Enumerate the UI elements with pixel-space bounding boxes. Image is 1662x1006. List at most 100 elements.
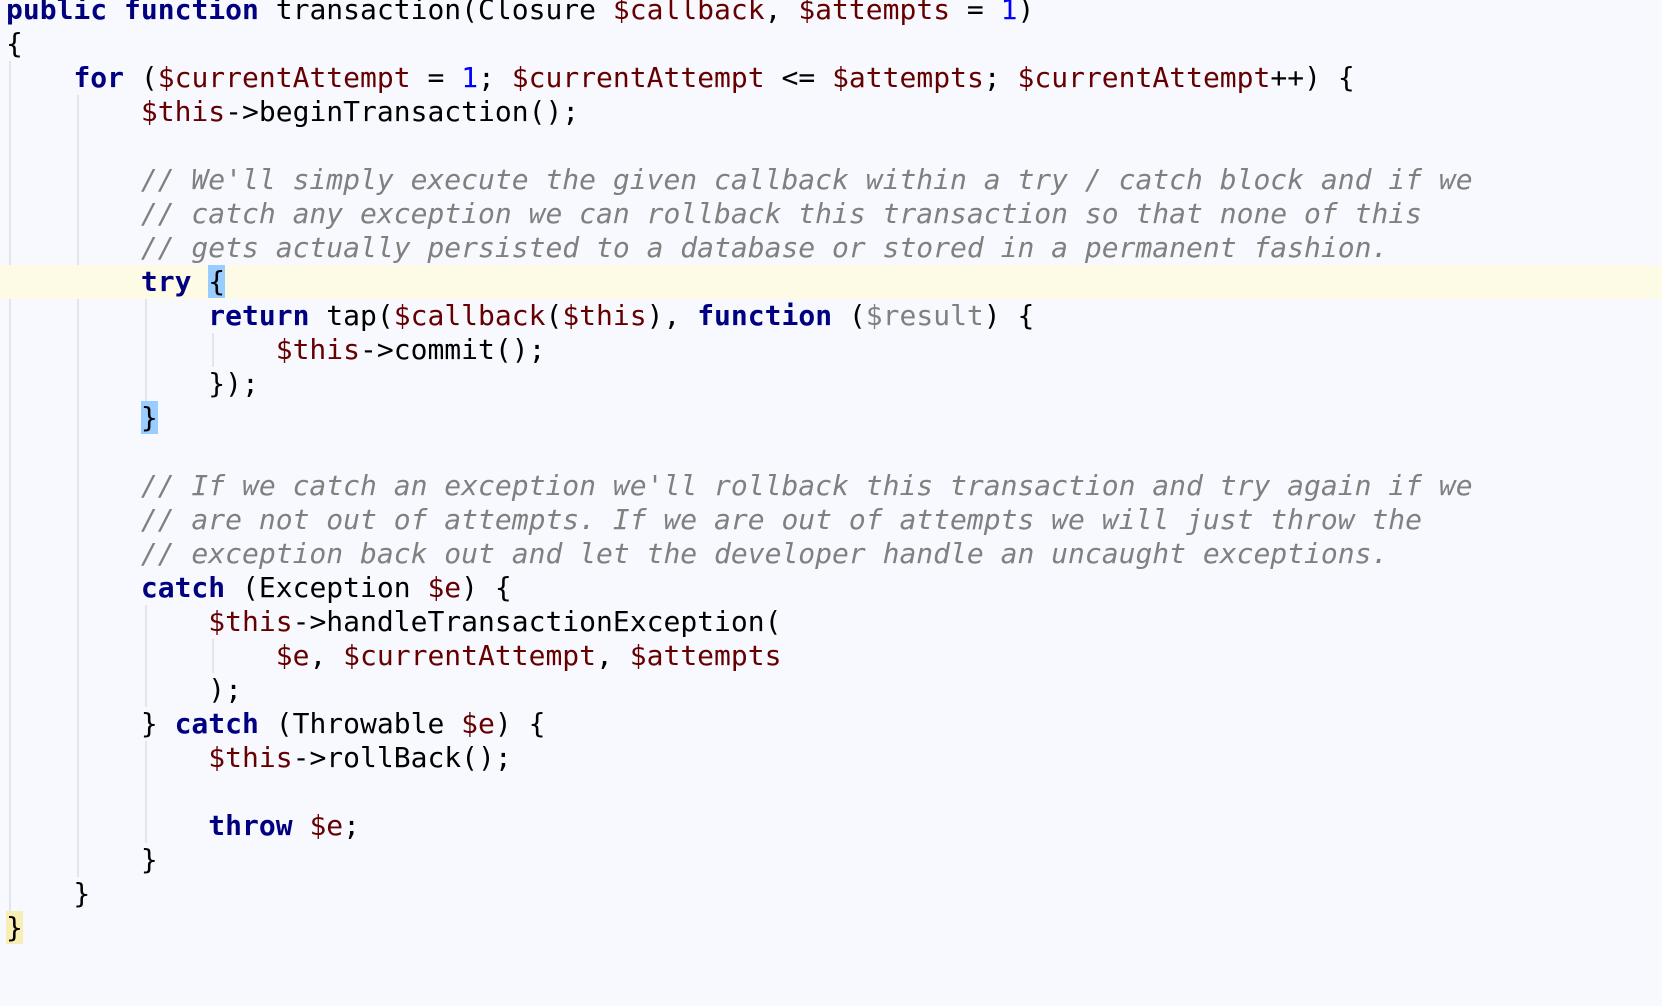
code-token: ( [832, 299, 866, 332]
code-token: (Throwable [258, 707, 462, 740]
code-editor[interactable]: public function transaction(Closure $cal… [0, 0, 1662, 1006]
code-line[interactable]: ); [0, 673, 1662, 707]
code-token: = [950, 0, 1001, 26]
code-line[interactable]: // If we catch an exception we'll rollba… [0, 469, 1662, 503]
code-token: tap( [309, 299, 394, 332]
matched-brace: { [208, 265, 226, 298]
code-line[interactable]: // We'll simply execute the given callba… [0, 163, 1662, 197]
comment-token: // exception back out and let the develo… [140, 537, 1389, 570]
code-token: , [596, 639, 630, 672]
code-line[interactable]: } [0, 401, 1662, 435]
code-line[interactable]: }); [0, 367, 1662, 401]
code-token: , [309, 639, 344, 672]
parameter-token: $result [865, 299, 984, 332]
keyword-token: function [124, 0, 259, 26]
code-line[interactable]: $this->commit(); [0, 333, 1662, 367]
code-line[interactable]: $this->beginTransaction(); [0, 95, 1662, 129]
number-token: 1 [461, 61, 479, 94]
variable-token: $currentAttempt [343, 639, 597, 672]
variable-token: $currentAttempt [1017, 61, 1271, 94]
code-token: ); [6, 673, 243, 706]
number-token: 1 [1000, 0, 1018, 26]
code-line[interactable]: } [0, 843, 1662, 877]
variable-token: $attempts [629, 639, 782, 672]
comment-token: // We'll simply execute the given callba… [140, 163, 1473, 196]
variable-token: $currentAttempt [157, 61, 411, 94]
variable-token: $e [309, 809, 344, 842]
variable-token: $this [275, 333, 361, 366]
code-token: ->handleTransactionException( [292, 605, 782, 638]
matched-brace: } [140, 401, 158, 434]
keyword-token: public [6, 0, 108, 26]
code-line[interactable]: } catch (Throwable $e) { [0, 707, 1662, 741]
code-line[interactable]: } [0, 911, 1662, 945]
code-line[interactable] [0, 435, 1662, 469]
variable-token: $currentAttempt [511, 61, 765, 94]
code-token: ) [1017, 0, 1035, 26]
code-line[interactable] [0, 129, 1662, 163]
code-token: <= [764, 61, 833, 94]
code-line[interactable]: // gets actually persisted to a database… [0, 231, 1662, 265]
code-line[interactable]: return tap($callback($this), function ($… [0, 299, 1662, 333]
keyword-token: for [73, 61, 125, 94]
code-token: ( [545, 299, 563, 332]
variable-token: $this [562, 299, 647, 332]
code-token: (Exception [225, 571, 428, 604]
code-token: ->beginTransaction(); [225, 95, 580, 128]
code-line[interactable]: throw $e; [0, 809, 1662, 843]
code-token: } [6, 843, 158, 876]
code-token: ), [646, 299, 698, 332]
code-token: ++) { [1270, 61, 1355, 94]
keyword-token: throw [208, 809, 293, 842]
code-line[interactable]: { [0, 27, 1662, 61]
variable-token: $e [461, 707, 495, 740]
keyword-token: catch [140, 571, 226, 604]
code-line[interactable]: $this->handleTransactionException( [0, 605, 1662, 639]
keyword-token: return [208, 299, 310, 332]
code-token: } [6, 707, 175, 740]
code-token: } [6, 877, 91, 910]
code-line[interactable]: $this->rollBack(); [0, 741, 1662, 775]
code-token: }); [6, 367, 259, 400]
code-token: ; [478, 61, 512, 94]
code-line[interactable]: // are not out of attempts. If we are ou… [0, 503, 1662, 537]
variable-token: $this [140, 95, 226, 128]
code-line[interactable]: public function transaction(Closure $cal… [0, 0, 1662, 27]
code-line[interactable]: // exception back out and let the develo… [0, 537, 1662, 571]
highlighted-brace: } [6, 911, 23, 944]
code-line[interactable]: // catch any exception we can rollback t… [0, 197, 1662, 231]
variable-token: $this [208, 741, 293, 774]
code-line[interactable]: } [0, 877, 1662, 911]
code-token: ; [343, 809, 361, 842]
code-line[interactable] [0, 775, 1662, 809]
code-line[interactable]: catch (Exception $e) { [0, 571, 1662, 605]
comment-token: // catch any exception we can rollback t… [140, 197, 1423, 230]
code-token: ; [983, 61, 1018, 94]
variable-token: $attempts [798, 0, 951, 26]
code-token: , [764, 0, 799, 26]
code-token: ) { [461, 571, 512, 604]
code-token: ) { [983, 299, 1035, 332]
code-line[interactable]: for ($currentAttempt = 1; $currentAttemp… [0, 61, 1662, 95]
code-token: = [410, 61, 462, 94]
variable-token: $callback [393, 299, 546, 332]
code-token: transaction(Closure [258, 0, 613, 26]
code-line[interactable]: try { [0, 265, 1662, 299]
code-token: ->commit(); [360, 333, 546, 366]
code-line[interactable]: $e, $currentAttempt, $attempts [0, 639, 1662, 673]
